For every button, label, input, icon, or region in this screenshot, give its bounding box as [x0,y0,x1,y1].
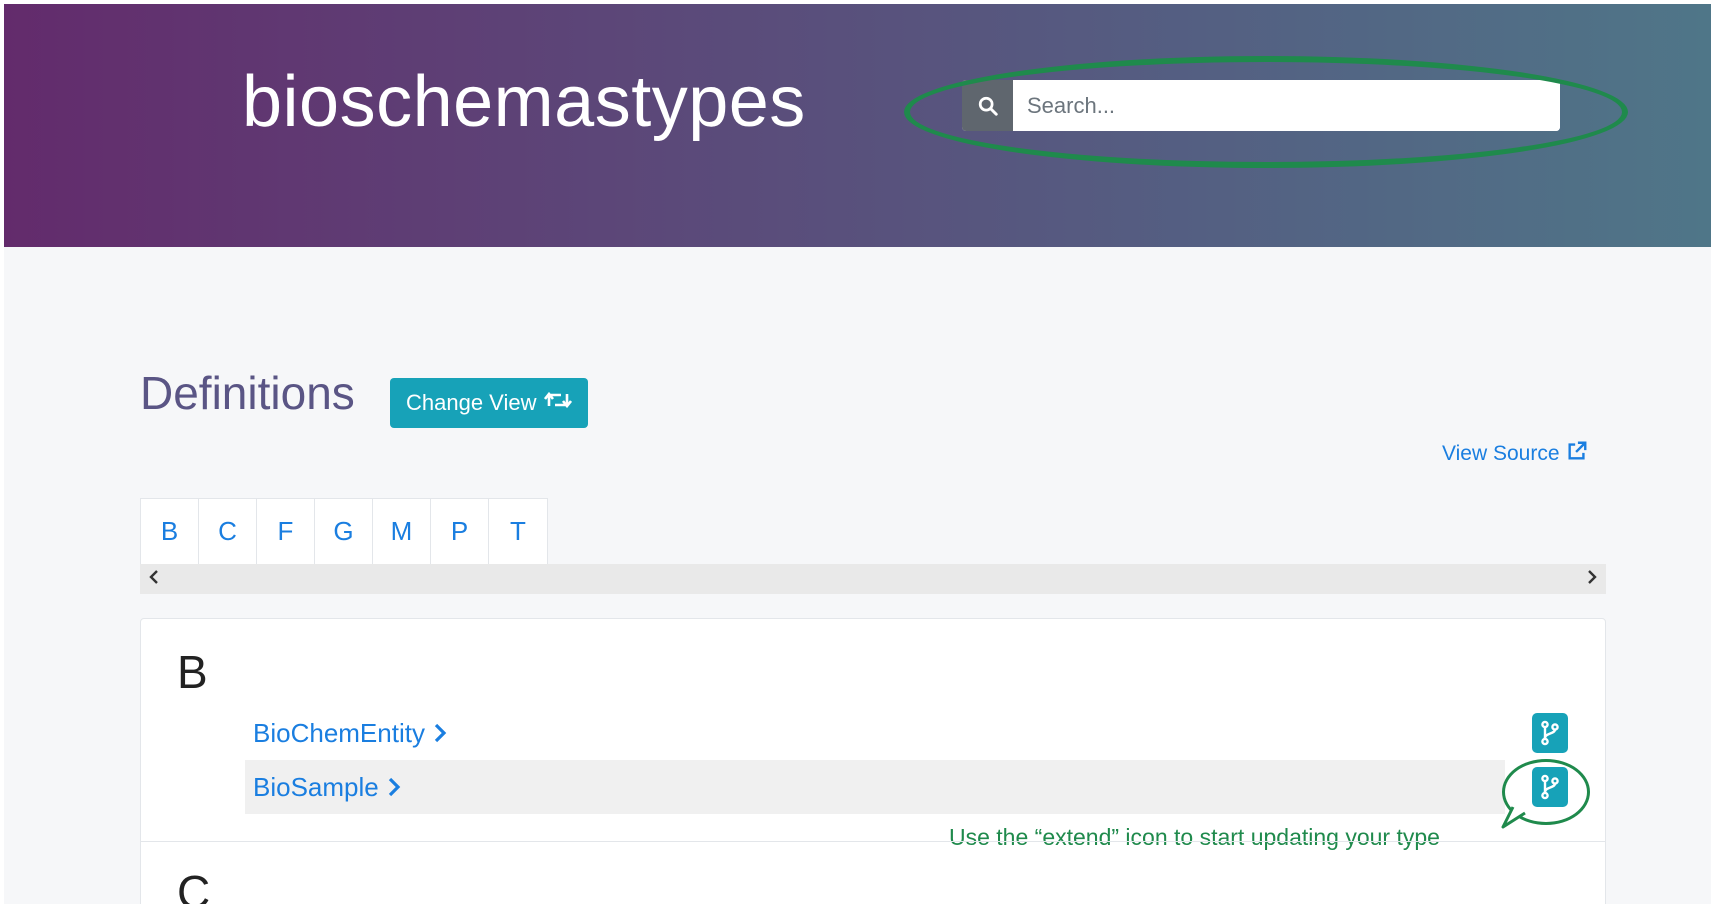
tab-letter-g[interactable]: G [315,499,373,564]
annotation-callout-text: Use the “extend” icon to start updating … [949,824,1440,850]
change-view-button[interactable]: Change View [390,378,589,428]
tab-letter-b[interactable]: B [141,499,199,564]
page-frame: bioschemastypes Definitions Change View [4,4,1711,904]
page-title: Definitions [140,367,355,419]
letter-tabs: B C F G M P T [140,498,548,564]
tab-letter-m[interactable]: M [373,499,431,564]
chevron-right-icon[interactable] [1586,569,1598,589]
site-title[interactable]: bioschemastypes [242,66,806,138]
search-input[interactable] [1013,80,1560,131]
section-heading-c: C [177,866,211,904]
tab-letter-c[interactable]: C [199,499,257,564]
tab-letter-p[interactable]: P [431,499,489,564]
chevron-left-icon[interactable] [148,569,160,589]
tab-letter-f[interactable]: F [257,499,315,564]
section-heading-b: B [177,646,208,698]
code-branch-icon[interactable] [1532,713,1568,753]
chevron-right-icon [434,723,447,743]
search-icon[interactable] [962,80,1013,131]
chevron-right-icon [388,777,400,797]
external-link-icon [1566,440,1588,468]
list-item: BioSample [245,760,1505,814]
type-link-biochementity[interactable]: BioChemEntity [253,718,447,749]
type-label: BioChemEntity [253,717,425,748]
view-source-link[interactable]: View Source [1442,440,1588,468]
section-divider [141,841,1605,842]
search-bar [962,80,1560,131]
tab-scrollbar[interactable] [140,564,1606,594]
tab-letter-t[interactable]: T [489,499,547,564]
site-header: bioschemastypes [4,4,1711,247]
type-link-biosample[interactable]: BioSample [253,772,401,803]
code-branch-icon[interactable] [1532,767,1568,807]
view-source-label: View Source [1442,442,1560,465]
retweet-icon [544,390,573,416]
change-view-label: Change View [406,390,537,415]
list-item: BioChemEntity [245,706,1505,760]
type-label: BioSample [253,771,379,802]
definitions-list: B BioChemEntity BioSample Use the “exten… [140,618,1606,904]
